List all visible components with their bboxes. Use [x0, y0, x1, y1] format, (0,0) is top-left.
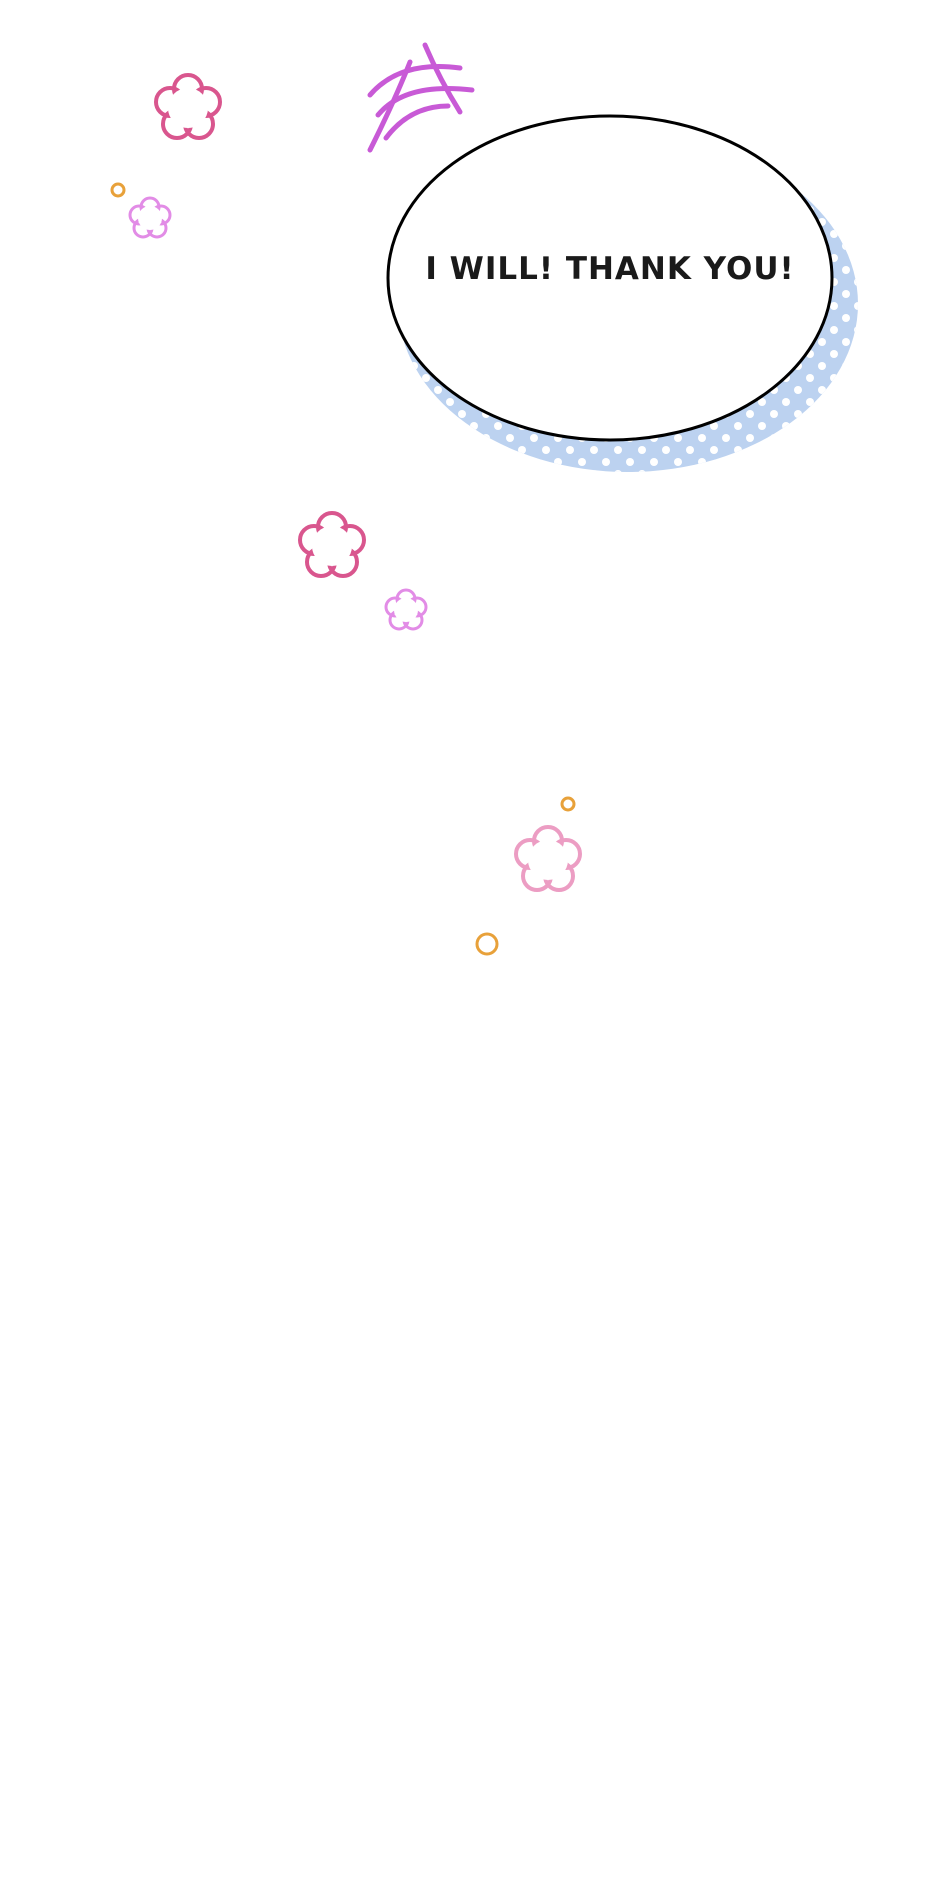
- flower-outline-icon: [128, 196, 172, 239]
- comic-panel: I WILL! THANK YOU!: [0, 0, 940, 1886]
- small-circle-icon: [560, 796, 576, 812]
- speech-bubble-text: I WILL! THANK YOU!: [425, 251, 795, 287]
- flower-outline-icon: [298, 511, 366, 578]
- flower-outline-icon: [154, 73, 222, 140]
- flower-outline-icon: [514, 825, 582, 892]
- flower-outline-icon: [384, 588, 428, 631]
- crosshatch-sparkle-icon: [367, 42, 475, 153]
- small-circle-icon: [110, 182, 126, 198]
- small-circle-icon: [475, 932, 499, 956]
